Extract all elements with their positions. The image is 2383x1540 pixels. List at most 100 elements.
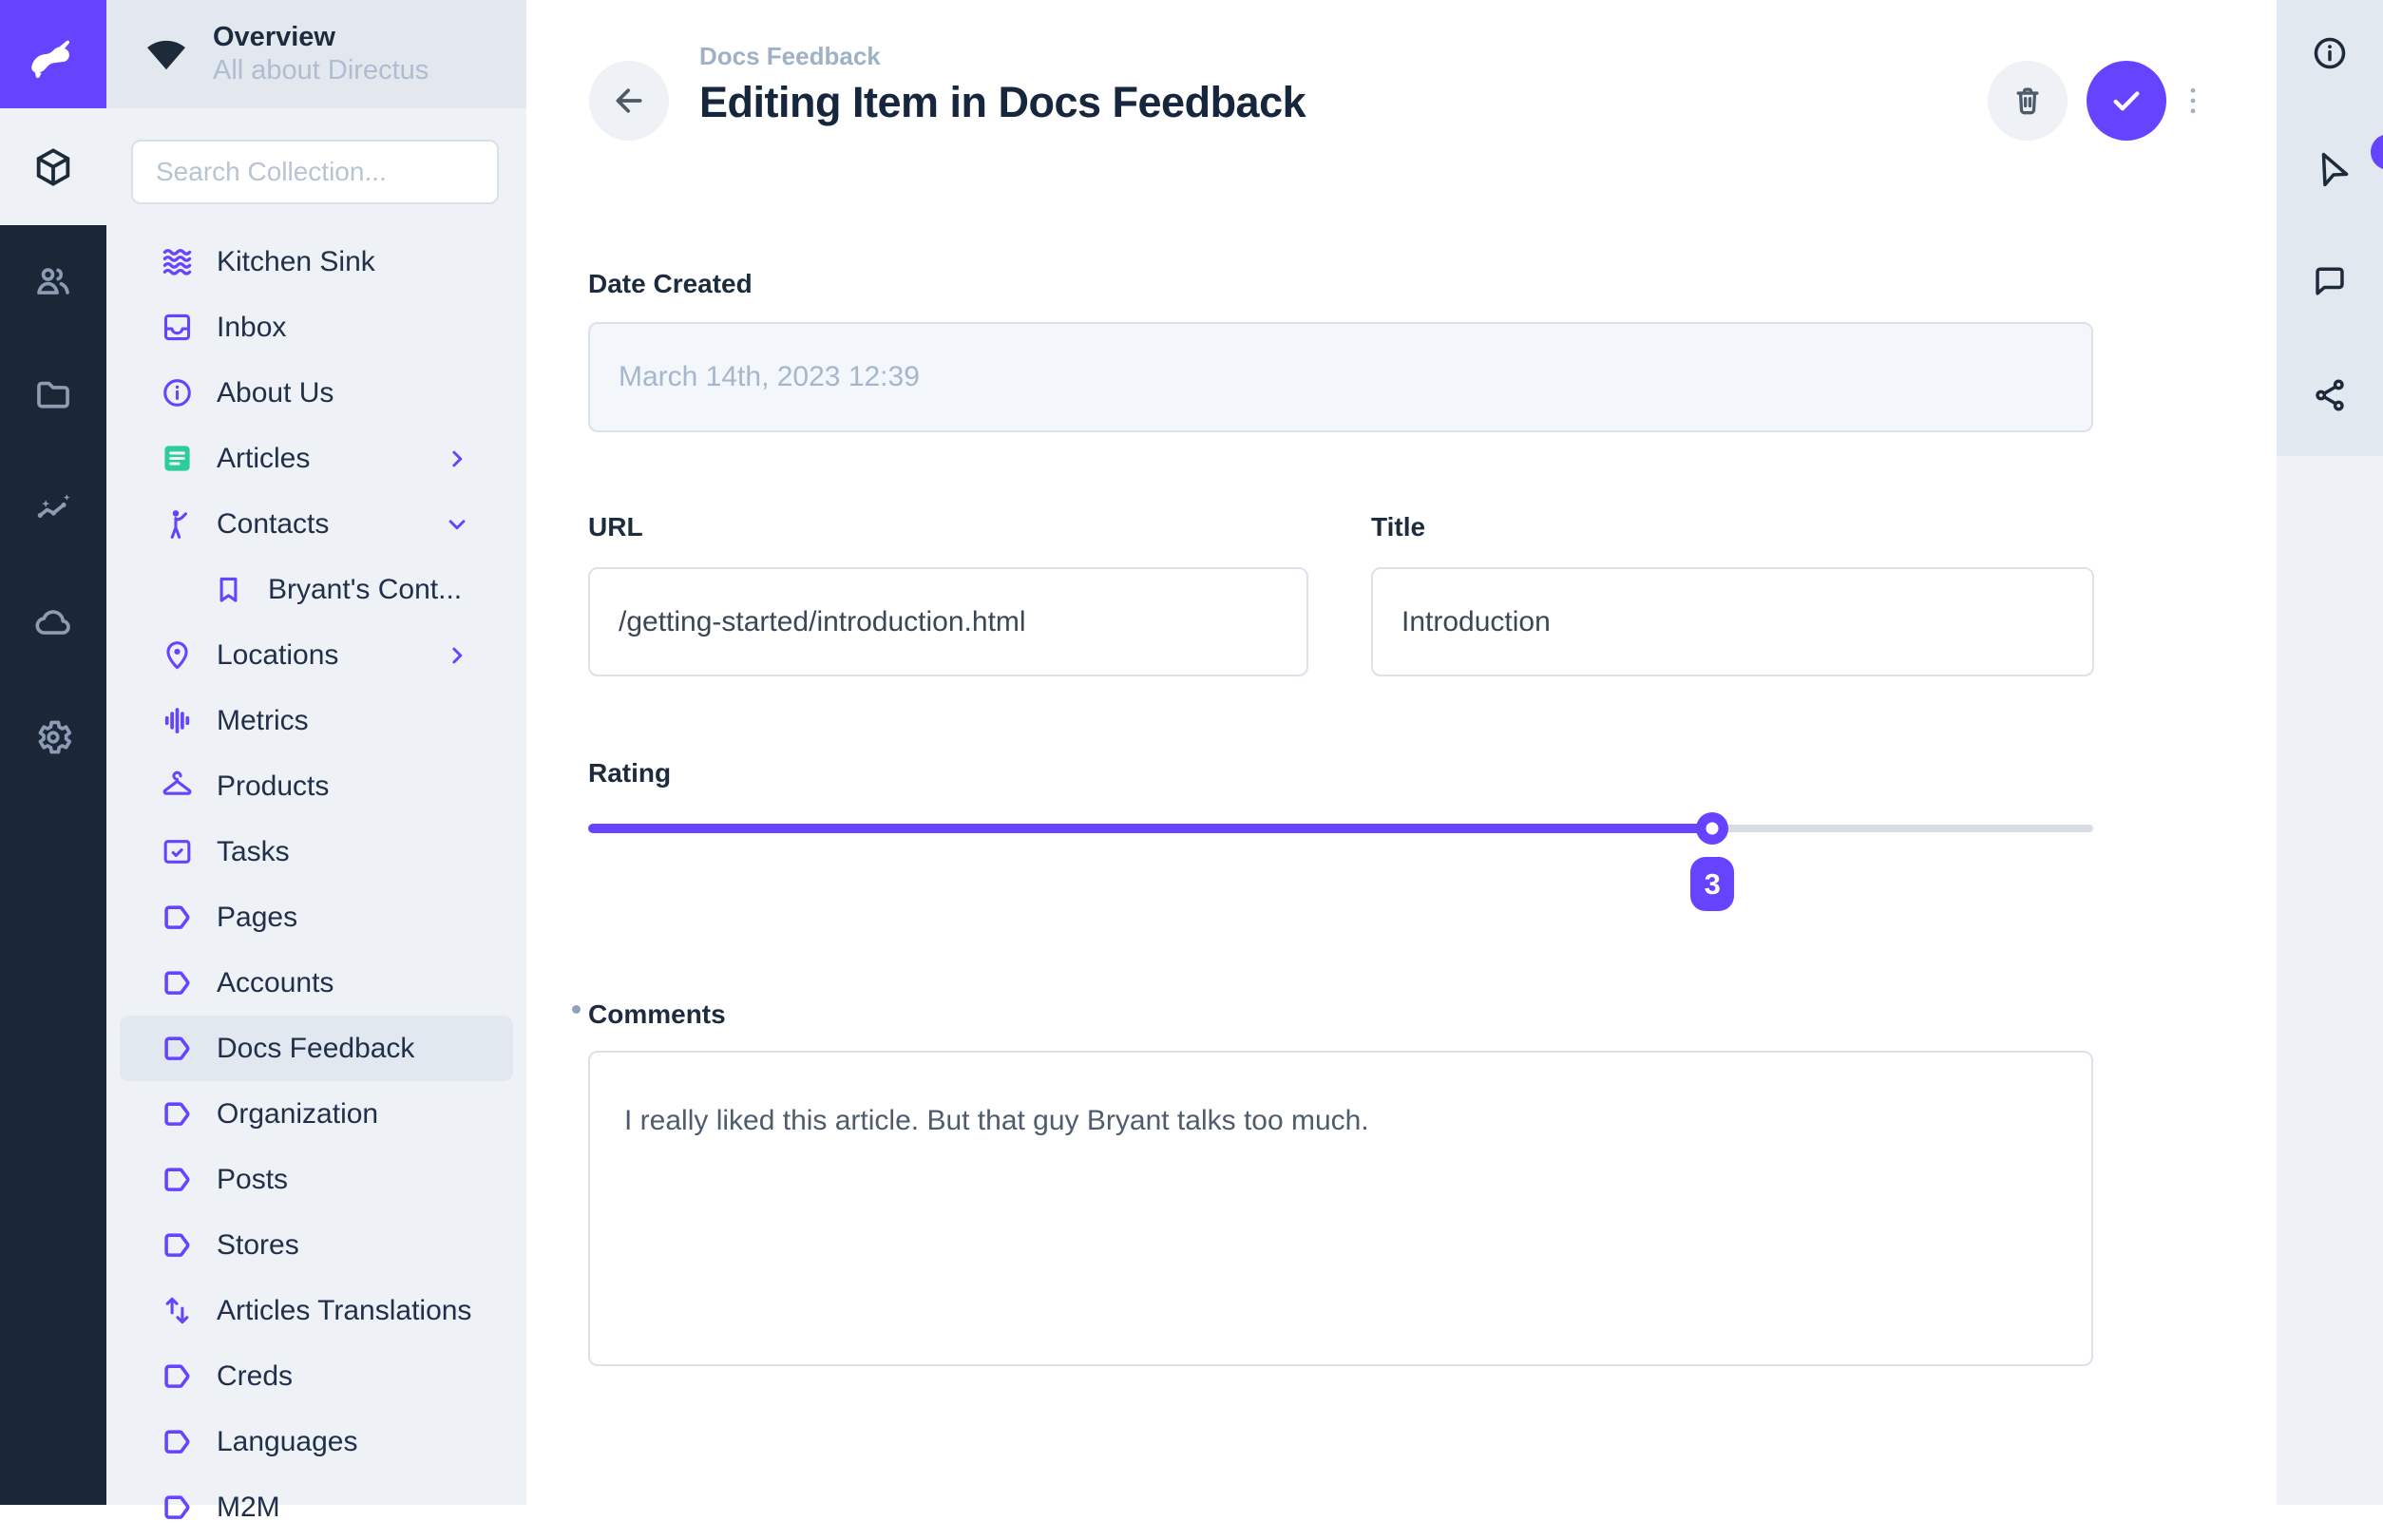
back-button[interactable] — [589, 61, 669, 141]
info-icon — [2310, 33, 2350, 73]
module-button-folder[interactable] — [0, 342, 106, 448]
collection-label: Kitchen Sink — [217, 246, 375, 278]
swap-vert-icon — [160, 1293, 195, 1328]
sidebar-item-organization[interactable]: Organization — [106, 1081, 526, 1147]
sidebar-item-metrics[interactable]: Metrics — [106, 688, 526, 753]
sidebar-button-comment[interactable] — [2277, 238, 2383, 324]
sidebar-item-kitchen-sink[interactable]: Kitchen Sink — [106, 229, 526, 295]
sidebar-item-articles-translations[interactable]: Articles Translations — [106, 1278, 526, 1343]
collection-label: Stores — [217, 1229, 299, 1262]
collection-label: Pages — [217, 902, 297, 934]
date-created-input — [588, 322, 2093, 432]
rating-label: Rating — [588, 758, 671, 789]
sidebar-item-posts[interactable]: Posts — [106, 1147, 526, 1212]
insights-icon — [32, 488, 74, 530]
check-icon — [2107, 82, 2145, 120]
notification-badge: 2 — [2371, 134, 2383, 170]
collection-label: Languages — [217, 1426, 357, 1458]
more-options-button[interactable] — [2172, 67, 2214, 135]
sidebar-item-about-us[interactable]: About Us — [106, 360, 526, 426]
users-icon — [32, 260, 74, 302]
module-button-insights[interactable] — [0, 456, 106, 562]
module-button-gear[interactable] — [0, 684, 106, 790]
search-collection-input[interactable] — [131, 140, 499, 204]
sidebar-item-m2m[interactable]: M2M — [106, 1474, 526, 1540]
collections-sidebar: Overview All about Directus Kitchen Sink… — [106, 0, 526, 1505]
waves-icon — [160, 244, 195, 279]
collection-label: Contacts — [217, 508, 329, 541]
sidebar-item-articles[interactable]: Articles — [106, 426, 526, 491]
sidebar-item-bryant-s-cont[interactable]: Bryant's Cont... — [106, 557, 526, 622]
sidebar-item-locations[interactable]: Locations — [106, 622, 526, 688]
wifi-icon — [144, 32, 188, 76]
task-check-icon — [160, 834, 195, 869]
rating-slider[interactable]: 3 — [588, 819, 2093, 838]
gear-icon — [32, 716, 74, 758]
sidebar-button-share[interactable] — [2277, 352, 2383, 438]
directus-logo[interactable] — [0, 0, 106, 108]
project-title: Overview — [213, 22, 429, 53]
chevron-right-icon[interactable] — [443, 641, 471, 670]
bookmark-icon — [211, 572, 246, 607]
sidebar-item-accounts[interactable]: Accounts — [106, 950, 526, 1016]
collection-label: Posts — [217, 1164, 288, 1196]
collection-label: Inbox — [217, 312, 286, 344]
collection-label: Locations — [217, 639, 338, 672]
map-pin-icon — [160, 637, 195, 673]
right-sidebar: 2 — [2277, 0, 2383, 1505]
collection-label: Articles — [217, 443, 310, 475]
share-icon — [2310, 375, 2350, 415]
module-bar — [0, 0, 106, 1505]
collection-label: Organization — [217, 1098, 378, 1131]
sidebar-item-products[interactable]: Products — [106, 753, 526, 819]
url-input[interactable] — [588, 567, 1308, 676]
slider-fill — [588, 824, 1712, 833]
inbox-icon — [160, 310, 195, 345]
info-icon — [160, 375, 195, 410]
slider-knob[interactable] — [1696, 812, 1728, 845]
sidebar-button-info[interactable] — [2277, 10, 2383, 96]
person-waving-icon — [160, 506, 195, 542]
comment-icon — [2310, 261, 2350, 301]
label-icon — [160, 1031, 195, 1066]
sidebar-item-creds[interactable]: Creds — [106, 1343, 526, 1409]
comments-textarea[interactable]: I really liked this article. But that gu… — [588, 1051, 2093, 1366]
save-button[interactable] — [2087, 61, 2166, 141]
module-content-active[interactable] — [0, 108, 106, 225]
label-icon — [160, 965, 195, 1000]
label-icon — [160, 900, 195, 935]
collection-label: M2M — [217, 1492, 280, 1524]
label-icon — [160, 1162, 195, 1197]
label-icon — [160, 1227, 195, 1263]
sidebar-item-docs-feedback[interactable]: Docs Feedback — [120, 1016, 513, 1081]
label-icon — [160, 1096, 195, 1131]
collection-label: Creds — [217, 1360, 293, 1393]
module-button-cloud[interactable] — [0, 570, 106, 676]
article-icon — [160, 441, 195, 476]
sidebar-item-stores[interactable]: Stores — [106, 1212, 526, 1278]
title-input[interactable] — [1371, 567, 2094, 676]
module-button-users[interactable] — [0, 228, 106, 334]
delete-button[interactable] — [1988, 61, 2068, 141]
collection-label: Articles Translations — [217, 1295, 471, 1327]
label-icon — [160, 1490, 195, 1525]
page-title: Editing Item in Docs Feedback — [699, 78, 1306, 127]
sidebar-button-notifications[interactable]: 2 — [2277, 124, 2383, 210]
hanger-icon — [160, 769, 195, 804]
collection-label: About Us — [217, 377, 334, 409]
sidebar-item-tasks[interactable]: Tasks — [106, 819, 526, 884]
collection-label: Accounts — [217, 967, 334, 999]
sidebar-item-contacts[interactable]: Contacts — [106, 491, 526, 557]
chevron-down-icon[interactable] — [443, 510, 471, 539]
sidebar-item-pages[interactable]: Pages — [106, 884, 526, 950]
collection-label: Products — [217, 770, 329, 803]
arrow-left-icon — [610, 82, 648, 120]
sidebar-item-languages[interactable]: Languages — [106, 1409, 526, 1474]
project-header[interactable]: Overview All about Directus — [106, 0, 526, 108]
label-icon — [160, 1424, 195, 1459]
chevron-right-icon[interactable] — [443, 445, 471, 473]
dots-vertical-icon — [2177, 69, 2209, 132]
breadcrumb[interactable]: Docs Feedback — [699, 42, 1306, 71]
sidebar-item-inbox[interactable]: Inbox — [106, 295, 526, 360]
url-label: URL — [588, 512, 643, 542]
